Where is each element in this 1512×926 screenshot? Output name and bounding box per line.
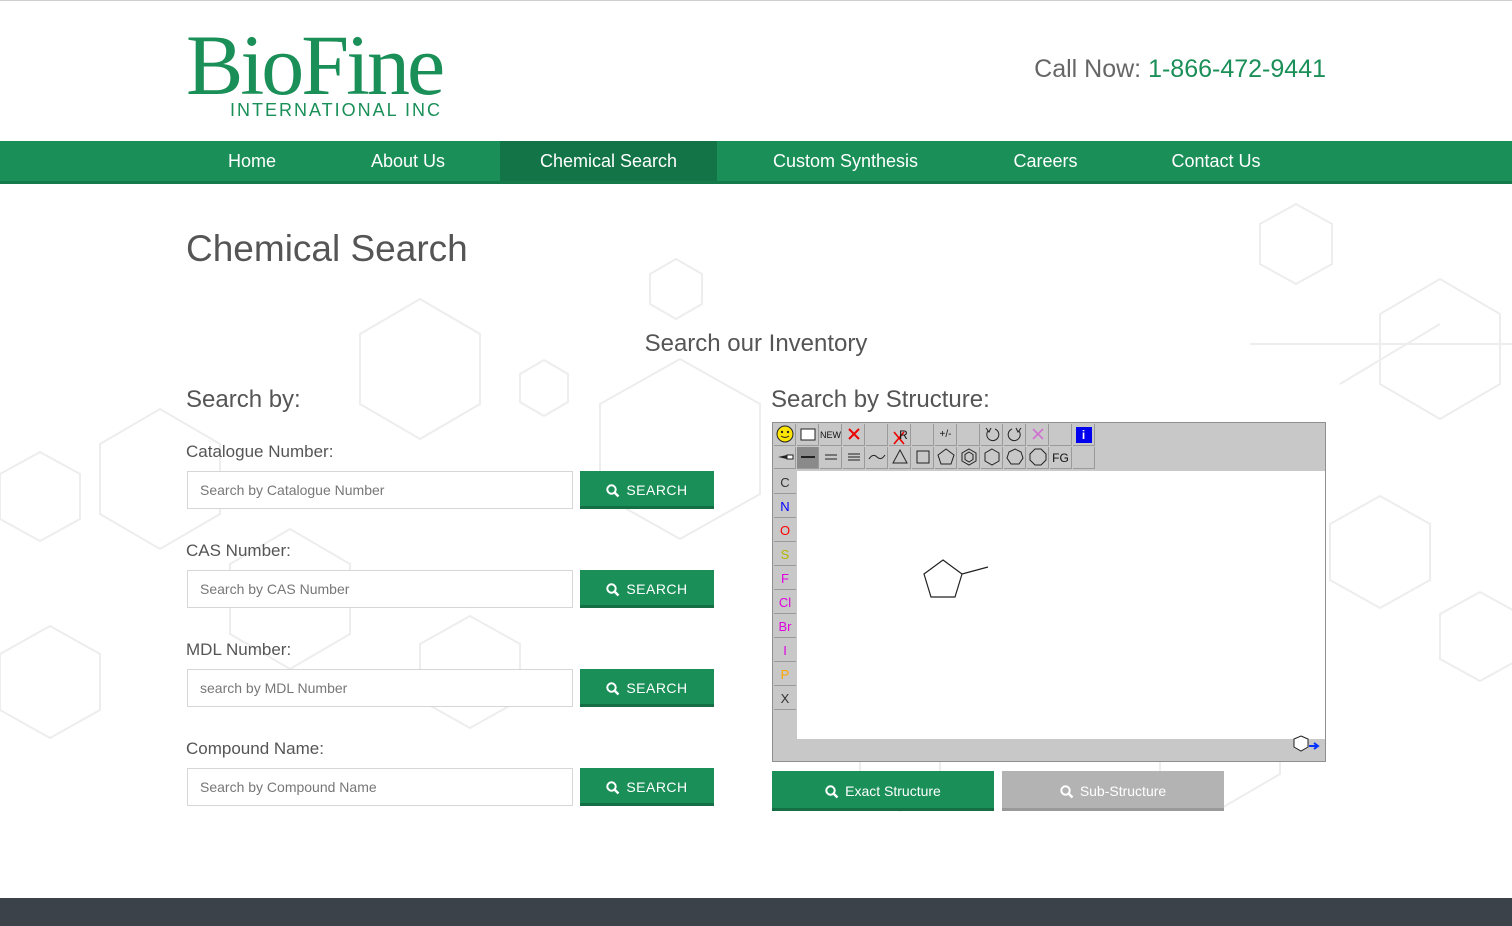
- functional-group-button[interactable]: FG: [1050, 447, 1072, 469]
- smiley-icon[interactable]: [774, 424, 796, 446]
- atom-i-button[interactable]: I: [774, 639, 796, 662]
- biofine-logo[interactable]: BioFine INTERNATIONAL INC: [186, 22, 486, 122]
- nav-home[interactable]: Home: [196, 141, 308, 181]
- exact-structure-button[interactable]: Exact Structure: [772, 771, 994, 811]
- select-rectangle-icon[interactable]: [797, 424, 819, 446]
- square-ring-icon[interactable]: [912, 447, 934, 469]
- exact-structure-label: Exact Structure: [845, 783, 941, 799]
- delete-icon[interactable]: [843, 424, 865, 446]
- atom-cl-button[interactable]: Cl: [774, 591, 796, 614]
- mdl-search-button[interactable]: SEARCH: [580, 669, 714, 707]
- triple-bond-icon[interactable]: [843, 447, 865, 469]
- drawing-canvas[interactable]: [797, 471, 1325, 739]
- atom-symbol: X: [780, 691, 790, 706]
- empty-tool[interactable]: [912, 424, 934, 446]
- compound-name-input[interactable]: [187, 768, 573, 806]
- sub-structure-label: Sub-Structure: [1079, 783, 1167, 799]
- atom-s-button[interactable]: S: [774, 543, 796, 566]
- double-bond-icon[interactable]: [820, 447, 842, 469]
- search-by-heading: Search by:: [186, 386, 301, 413]
- page-title: Chemical Search: [186, 228, 468, 269]
- octagon-ring-icon[interactable]: [1027, 447, 1049, 469]
- atom-o-button[interactable]: O: [774, 519, 796, 542]
- nav-chemical-search[interactable]: Chemical Search: [500, 141, 717, 181]
- empty-tool[interactable]: [866, 424, 888, 446]
- structure-heading: Search by Structure:: [771, 386, 990, 413]
- info-icon[interactable]: i: [1073, 424, 1095, 446]
- main-nav: Home About Us Chemical Search Custom Syn…: [0, 141, 1512, 184]
- atom-symbol: I: [783, 643, 787, 658]
- heptagon-ring-icon[interactable]: [1004, 447, 1026, 469]
- atom-br-button[interactable]: Br: [774, 615, 796, 638]
- atom-symbol: O: [779, 523, 791, 538]
- hexagon-ring-icon[interactable]: [981, 447, 1003, 469]
- section-subtitle: Search our Inventory: [644, 330, 868, 357]
- atom-symbol: P: [780, 667, 790, 682]
- atom-n-button[interactable]: N: [774, 495, 796, 518]
- empty-tool[interactable]: [1050, 424, 1072, 446]
- catalogue-number-label: Catalogue Number:: [186, 442, 334, 461]
- search-icon: [606, 484, 620, 498]
- wedge-bond-icon[interactable]: [774, 447, 796, 469]
- cas-number-input[interactable]: [187, 570, 573, 608]
- logo-subtitle: INTERNATIONAL INC: [230, 100, 443, 120]
- search-icon: [606, 682, 620, 696]
- atom-symbol: F: [781, 571, 789, 586]
- pentagon-ring-icon[interactable]: [935, 447, 957, 469]
- empty-tool[interactable]: [1073, 447, 1095, 469]
- nav-custom-synthesis[interactable]: Custom Synthesis: [745, 141, 946, 181]
- remove-r-icon[interactable]: R: [889, 424, 911, 446]
- info-label: i: [1075, 427, 1092, 443]
- footer-bar: [0, 898, 1512, 926]
- clear-icon[interactable]: [1027, 424, 1049, 446]
- cas-search-button[interactable]: SEARCH: [580, 570, 714, 608]
- search-button-label: SEARCH: [626, 581, 688, 597]
- top-rule: [0, 0, 1512, 1]
- logo-wordmark: BioFine: [186, 17, 445, 113]
- search-button-label: SEARCH: [626, 482, 688, 498]
- atom-symbol: S: [780, 547, 790, 562]
- compound-name-label: Compound Name:: [186, 739, 324, 758]
- phone-number[interactable]: 1-866-472-9441: [1148, 55, 1326, 83]
- mdl-number-label: MDL Number:: [186, 640, 292, 659]
- atom-x-button[interactable]: X: [774, 687, 796, 710]
- atom-p-button[interactable]: P: [774, 663, 796, 686]
- call-label: Call Now:: [1034, 55, 1149, 83]
- nav-careers[interactable]: Careers: [985, 141, 1106, 181]
- search-icon: [825, 785, 839, 799]
- nav-about-us[interactable]: About Us: [340, 141, 476, 181]
- compound-search-button[interactable]: SEARCH: [580, 768, 714, 806]
- call-now: Call Now: 1-866-472-9441: [1034, 55, 1326, 84]
- structure-editor[interactable]: NEW R +/- i FG C N O S F Cl Br I P X: [772, 422, 1326, 762]
- mdl-number-input[interactable]: [187, 669, 573, 707]
- search-icon: [606, 583, 620, 597]
- search-button-label: SEARCH: [626, 779, 688, 795]
- template-ring-arrow-icon[interactable]: [1293, 735, 1321, 758]
- new-button[interactable]: NEW: [820, 424, 842, 446]
- atom-symbol: N: [780, 499, 790, 514]
- sub-structure-button[interactable]: Sub-Structure: [1002, 771, 1224, 811]
- undo-icon[interactable]: [981, 424, 1003, 446]
- drawn-molecule: [923, 559, 989, 598]
- redo-icon[interactable]: [1004, 424, 1026, 446]
- empty-tool[interactable]: [958, 424, 980, 446]
- search-button-label: SEARCH: [626, 680, 688, 696]
- search-icon: [1060, 785, 1074, 799]
- cas-number-label: CAS Number:: [186, 541, 291, 560]
- atom-symbol: Br: [778, 619, 792, 634]
- charge-button[interactable]: +/-: [935, 424, 957, 446]
- atom-f-button[interactable]: F: [774, 567, 796, 590]
- atom-symbol: C: [780, 475, 790, 490]
- r-group-label: R: [899, 428, 908, 442]
- chain-icon[interactable]: [866, 447, 888, 469]
- triangle-ring-icon[interactable]: [889, 447, 911, 469]
- search-icon: [606, 781, 620, 795]
- nav-contact-us[interactable]: Contact Us: [1140, 141, 1292, 181]
- single-bond-icon[interactable]: [797, 447, 819, 469]
- atom-symbol: Cl: [778, 595, 792, 610]
- catalogue-number-input[interactable]: [187, 471, 573, 509]
- atom-c-button[interactable]: C: [774, 471, 796, 494]
- benzene-ring-icon[interactable]: [958, 447, 980, 469]
- catalogue-search-button[interactable]: SEARCH: [580, 471, 714, 509]
